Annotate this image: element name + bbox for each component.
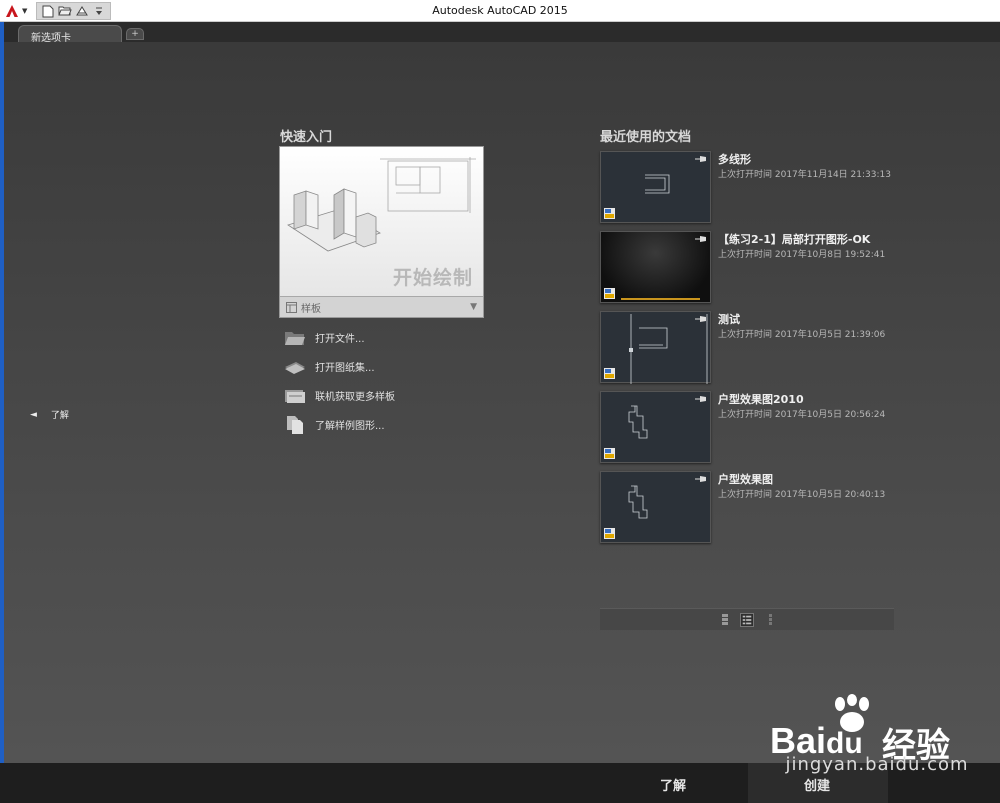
document-last-opened: 上次打开时间 2017年11月14日 21:33:13 (718, 170, 891, 180)
pin-icon[interactable] (695, 235, 707, 243)
baidu-jingyan-watermark: Baidu 经验 jingyan.baidu.com (762, 692, 992, 782)
drawing-preview (629, 314, 708, 384)
document-name[interactable]: 户型效果图 (718, 471, 773, 487)
add-tab-button[interactable]: + (126, 28, 144, 40)
document-last-opened: 上次打开时间 2017年10月5日 20:40:13 (718, 490, 886, 500)
list-view-icon[interactable] (740, 613, 754, 627)
quickstart-links: 打开文件... 打开图纸集... 联机获取更多样板 了解样例图形... (284, 323, 395, 439)
template-icon (286, 301, 297, 313)
open-sheet-set-link[interactable]: 打开图纸集... (284, 352, 395, 381)
open-file-link[interactable]: 打开文件... (284, 323, 395, 352)
dwg-file-icon (604, 368, 615, 379)
learn-tab-button[interactable]: 了解 (660, 775, 686, 794)
dwg-file-icon (604, 288, 615, 299)
learn-side-toggle[interactable]: ◄ 了解 (30, 408, 69, 422)
document-thumbnail[interactable] (600, 471, 711, 543)
document-name[interactable]: 多线形 (718, 151, 751, 167)
dwg-file-icon (604, 448, 615, 459)
file-tab-bar: 新选项卡 + (4, 22, 1000, 44)
start-drawing-illustration: 开始绘制 (280, 147, 483, 296)
document-name[interactable]: 户型效果图2010 (718, 391, 804, 407)
floorplan-preview (628, 405, 648, 439)
recent-document[interactable]: 【练习2-1】局部打开图形-OK 上次打开时间 2017年10月8日 19:52… (600, 231, 900, 311)
autocad-window: ▼ Autodesk AutoCAD 2015 新选项卡 + ◄ 了解 快速入门… (0, 0, 1000, 803)
watermark-url: jingyan.baidu.com (785, 754, 969, 775)
recent-document[interactable]: 测试 上次打开时间 2017年10月5日 21:39:06 (600, 311, 900, 391)
dropdown-arrow-icon: ▼ (470, 302, 477, 312)
recent-view-options (600, 608, 894, 630)
title-bar: ▼ Autodesk AutoCAD 2015 (0, 0, 1000, 22)
document-name[interactable]: 【练习2-1】局部打开图形-OK (718, 231, 870, 247)
floorplan-preview (628, 485, 648, 519)
learn-side-label: 了解 (50, 411, 69, 421)
template-selector[interactable]: 样板 ▼ (280, 296, 483, 317)
sample-drawings-link[interactable]: 了解样例图形... (284, 410, 395, 439)
chevron-left-icon: ◄ (30, 409, 37, 420)
recent-documents-title: 最近使用的文档 (600, 130, 692, 145)
dwg-file-icon (604, 528, 615, 539)
window-title: Autodesk AutoCAD 2015 (432, 4, 568, 17)
details-view-icon[interactable] (764, 613, 778, 627)
drawing-preview (645, 174, 670, 194)
document-thumbnail[interactable] (600, 151, 711, 223)
document-thumbnail[interactable] (600, 311, 711, 384)
open-sheet-set-label: 打开图纸集... (315, 363, 375, 374)
folder-icon (284, 329, 306, 347)
baidu-paw-icon (835, 694, 869, 732)
start-drawing-label: 开始绘制 (392, 267, 473, 289)
start-page: ◄ 了解 快速入门 开始绘制 样板 ▼ 打开文件... 打开图纸集... 联机获… (4, 42, 1000, 763)
sheet-set-icon (284, 358, 306, 376)
sample-drawings-icon (284, 415, 306, 434)
template-label: 样板 (301, 303, 321, 315)
recent-document[interactable]: 户型效果图 上次打开时间 2017年10月5日 20:40:13 (600, 471, 900, 551)
start-drawing-card[interactable]: 开始绘制 样板 ▼ (279, 146, 484, 318)
document-last-opened: 上次打开时间 2017年10月8日 19:52:41 (718, 250, 886, 260)
recent-documents-list: 多线形 上次打开时间 2017年11月14日 21:33:13 【练习2-1】局… (600, 151, 900, 551)
document-thumbnail[interactable] (600, 391, 711, 463)
online-templates-icon (284, 387, 306, 405)
tab-new[interactable]: 新选项卡 (18, 25, 122, 44)
document-last-opened: 上次打开时间 2017年10月5日 20:56:24 (718, 410, 886, 420)
document-last-opened: 上次打开时间 2017年10月5日 21:39:06 (718, 330, 886, 340)
recent-document[interactable]: 户型效果图2010 上次打开时间 2017年10月5日 20:56:24 (600, 391, 900, 471)
quickstart-title: 快速入门 (280, 130, 333, 145)
online-templates-link[interactable]: 联机获取更多样板 (284, 381, 395, 410)
recent-document[interactable]: 多线形 上次打开时间 2017年11月14日 21:33:13 (600, 151, 900, 231)
large-thumbnail-view-icon[interactable] (718, 613, 732, 627)
document-thumbnail[interactable] (600, 231, 711, 303)
dwg-file-icon (604, 208, 615, 219)
open-file-label: 打开文件... (315, 334, 365, 345)
sample-drawings-label: 了解样例图形... (315, 421, 385, 432)
document-name[interactable]: 测试 (718, 311, 740, 327)
online-templates-label: 联机获取更多样板 (315, 392, 395, 403)
